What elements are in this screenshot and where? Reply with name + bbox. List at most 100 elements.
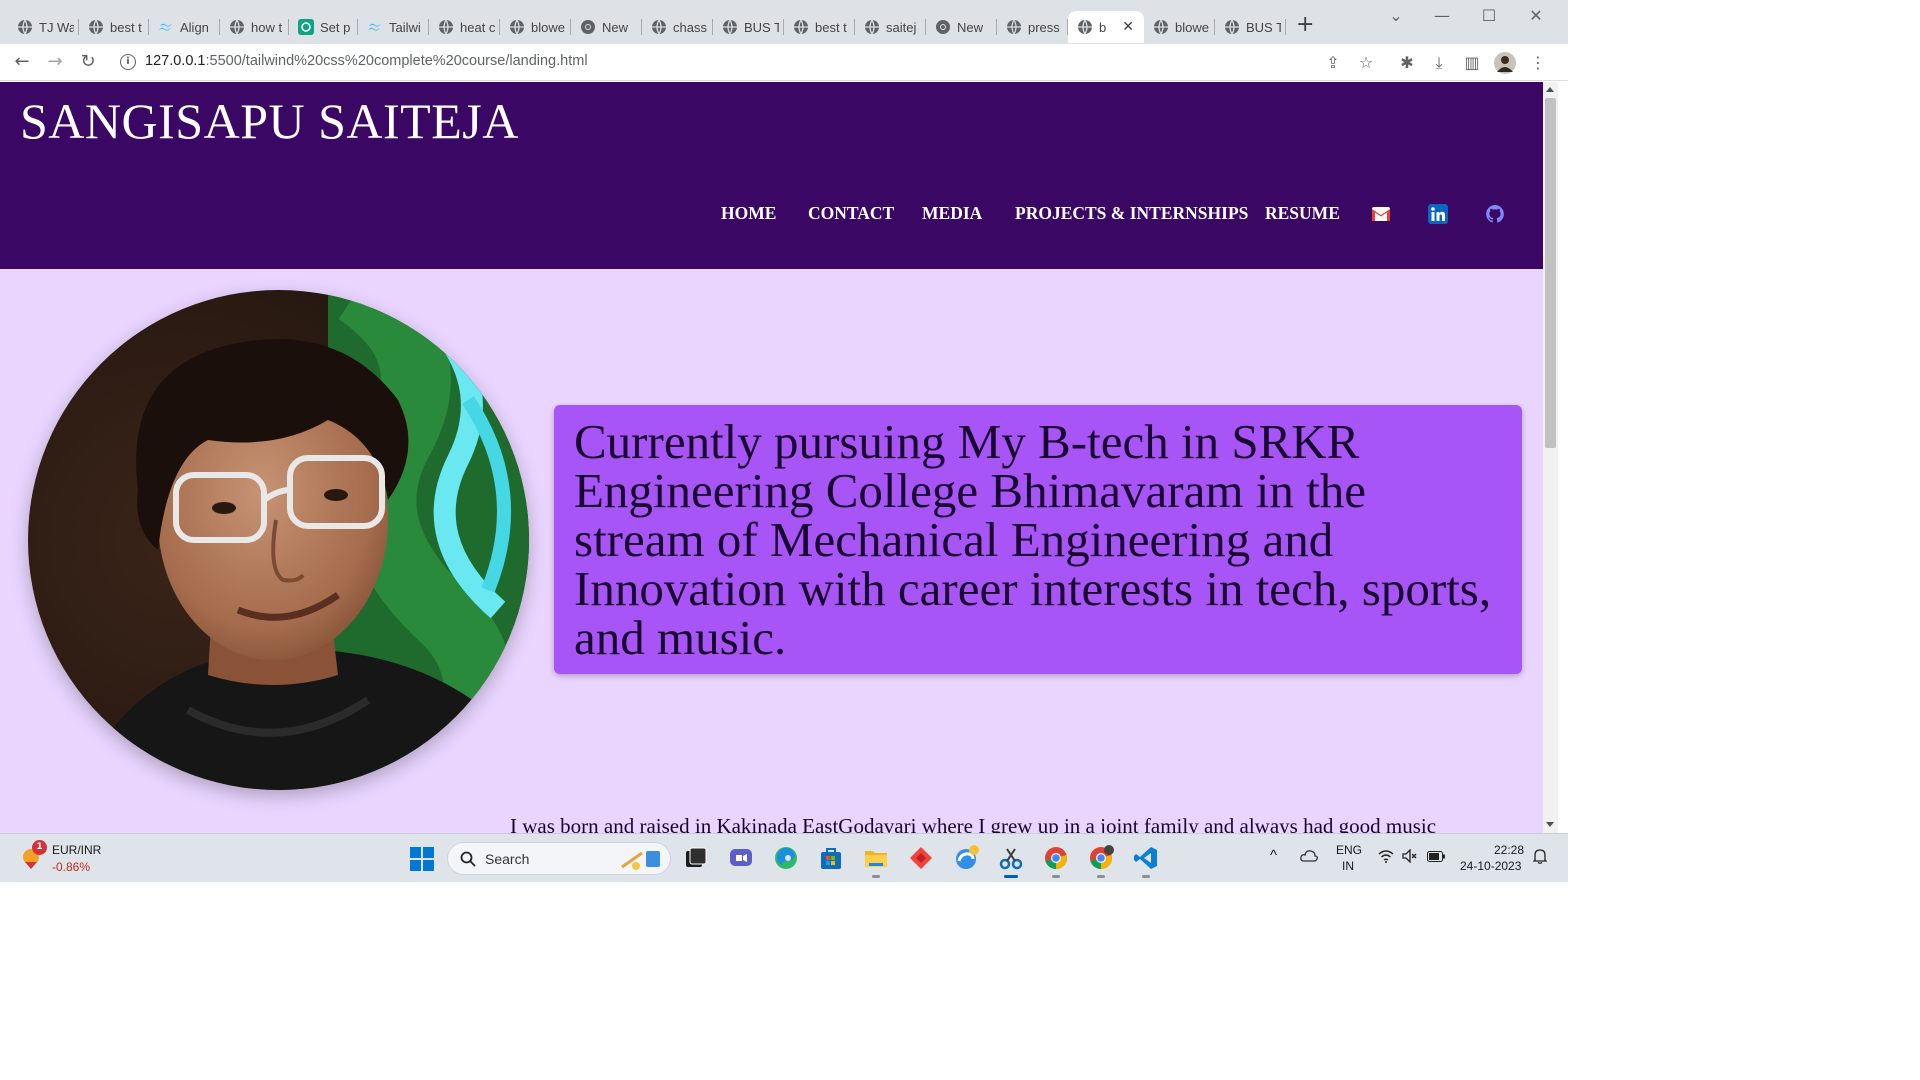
- browser-tab[interactable]: Tailwi: [358, 11, 429, 43]
- nav-contact[interactable]: CONTACT: [808, 203, 894, 224]
- wifi-icon[interactable]: [1378, 849, 1394, 866]
- scroll-down-arrow[interactable]: [1546, 822, 1554, 827]
- windows-taskbar: 1 EUR/INR -0.86% Search ^ ENG IN 22:28 2…: [0, 833, 1568, 882]
- site-info-icon[interactable]: i: [120, 54, 136, 70]
- chrome-icon: [935, 19, 951, 35]
- chevron-up-icon[interactable]: ^: [1270, 847, 1277, 864]
- search-icon: [460, 851, 476, 867]
- edge-beta-icon[interactable]: [953, 845, 979, 871]
- onedrive-cloud-icon[interactable]: [1300, 848, 1318, 865]
- anydesk-icon[interactable]: [908, 845, 934, 871]
- maximize-button[interactable]: ☐: [1466, 6, 1512, 28]
- tab-separator: [1285, 19, 1286, 35]
- share-icon[interactable]: ⇪: [1322, 52, 1344, 74]
- tab-search-icon[interactable]: ⌄: [1373, 6, 1419, 28]
- clock-date[interactable]: 24-10-2023: [1460, 859, 1521, 873]
- back-icon[interactable]: ←: [11, 52, 33, 74]
- tab-title: press: [1028, 19, 1060, 35]
- globe-icon: [1006, 19, 1022, 35]
- browser-tab[interactable]: Align: [149, 11, 220, 43]
- scrollbar-thumb[interactable]: [1545, 98, 1556, 448]
- windows-start-icon[interactable]: [410, 847, 434, 871]
- browser-tab[interactable]: New: [926, 11, 997, 43]
- notification-bell-icon[interactable]: [1532, 848, 1548, 867]
- browser-tab[interactable]: New: [571, 11, 642, 43]
- running-indicator: [1097, 875, 1105, 878]
- widget-title: EUR/INR: [52, 843, 102, 857]
- language-in[interactable]: IN: [1342, 859, 1354, 873]
- url-text[interactable]: 127.0.0.1:5500/tailwind%20css%20complete…: [145, 53, 588, 69]
- browser-tab[interactable]: best t: [784, 11, 855, 43]
- tab-title: BUS T: [744, 19, 779, 35]
- close-window-button[interactable]: ✕: [1513, 6, 1559, 28]
- volume-muted-icon[interactable]: [1402, 848, 1418, 866]
- side-panel-icon[interactable]: ▥: [1461, 52, 1483, 74]
- taskbar-search[interactable]: Search: [447, 842, 671, 875]
- globe-icon: [793, 19, 809, 35]
- extensions-icon[interactable]: ✱: [1396, 52, 1418, 74]
- browser-tab[interactable]: blowe: [1144, 11, 1215, 43]
- globe-icon: [651, 19, 667, 35]
- download-icon[interactable]: ⤓: [1428, 52, 1450, 74]
- snipping-tool-icon[interactable]: [998, 845, 1024, 878]
- running-indicator: [1004, 875, 1018, 878]
- microsoft-store-icon[interactable]: [818, 845, 844, 871]
- intro-card: Currently pursuing My B-tech in SRKR Eng…: [554, 405, 1522, 674]
- chrome-profile-icon[interactable]: [1088, 845, 1114, 878]
- scroll-up-arrow[interactable]: [1546, 87, 1554, 92]
- clock-time[interactable]: 22:28: [1494, 843, 1524, 857]
- nav-media[interactable]: MEDIA: [922, 203, 982, 224]
- nav-home[interactable]: HOME: [721, 203, 776, 224]
- task-view-icon[interactable]: [683, 845, 709, 871]
- reload-icon[interactable]: ↻: [77, 52, 99, 74]
- browser-tab-strip: TJ Wa best t Align how t Set p Tailwi heat c bl…: [0, 0, 1568, 44]
- language-eng[interactable]: ENG: [1336, 843, 1362, 857]
- bookmark-star-icon[interactable]: ☆: [1355, 52, 1377, 74]
- browser-tab[interactable]: press: [997, 11, 1068, 43]
- browser-tab[interactable]: b ✕: [1068, 11, 1144, 43]
- vscode-icon[interactable]: [1133, 845, 1159, 878]
- forward-icon[interactable]: →: [44, 52, 66, 74]
- browser-tab[interactable]: BUS T: [713, 11, 784, 43]
- github-icon[interactable]: [1485, 204, 1505, 224]
- address-bar[interactable]: i 127.0.0.1:5500/tailwind%20css%20comple…: [110, 48, 1390, 77]
- tab-title: Tailwi: [389, 19, 421, 35]
- globe-icon: [864, 19, 880, 35]
- menu-kebab-icon[interactable]: ⋮: [1527, 52, 1549, 74]
- tab-title: chass: [673, 19, 707, 35]
- site-title: SANGISAPU SAITEJA: [20, 93, 519, 149]
- chrome-icon[interactable]: [1043, 845, 1069, 878]
- browser-tab[interactable]: TJ Wa: [8, 11, 79, 43]
- browser-tab[interactable]: blowe: [500, 11, 571, 43]
- browser-tab[interactable]: BUS T: [1215, 11, 1286, 43]
- running-indicator: [1142, 875, 1150, 878]
- file-explorer-icon[interactable]: [863, 845, 889, 878]
- edge-icon[interactable]: [773, 845, 799, 871]
- browser-tab[interactable]: Set p: [289, 11, 358, 43]
- gmail-icon[interactable]: [1371, 204, 1391, 224]
- tab-title: blowe: [531, 19, 565, 35]
- linkedin-icon[interactable]: [1428, 204, 1448, 224]
- new-tab-button[interactable]: +: [1296, 14, 1314, 36]
- browser-tab[interactable]: best t: [79, 11, 149, 43]
- browser-tab[interactable]: chass: [642, 11, 713, 43]
- close-tab-icon[interactable]: ✕: [1122, 20, 1134, 34]
- profile-avatar[interactable]: [1494, 52, 1516, 74]
- nav-projects-internships[interactable]: PROJECTS & INTERNSHIPS: [1015, 203, 1248, 224]
- tab-title: TJ Wa: [39, 19, 74, 35]
- nav-resume[interactable]: RESUME: [1265, 203, 1340, 224]
- teams-chat-icon[interactable]: [728, 845, 754, 871]
- battery-icon[interactable]: [1427, 851, 1445, 865]
- page-scrollbar[interactable]: [1543, 82, 1558, 833]
- globe-icon: [1153, 19, 1169, 35]
- browser-tab[interactable]: how t: [220, 11, 289, 43]
- globe-icon: [1224, 19, 1240, 35]
- browser-tab[interactable]: heat c: [429, 11, 500, 43]
- browser-tab[interactable]: saitej: [855, 11, 926, 43]
- minimize-button[interactable]: —: [1419, 6, 1465, 28]
- tab-title: Set p: [320, 19, 351, 35]
- profile-photo: [28, 290, 529, 790]
- tab-title: New: [957, 19, 984, 35]
- globe-icon: [509, 19, 525, 35]
- tab-title: blowe: [1175, 19, 1209, 35]
